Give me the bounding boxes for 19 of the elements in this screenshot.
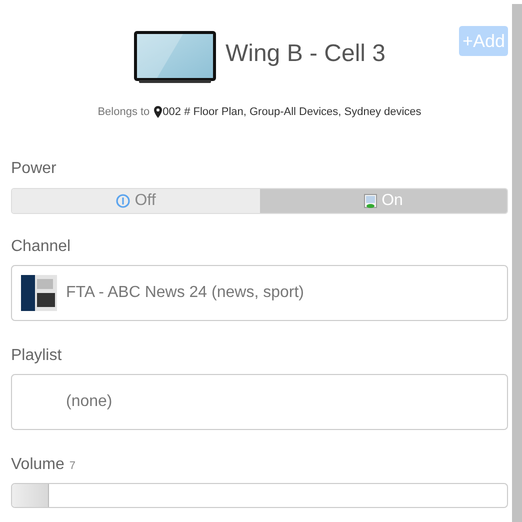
section-label: Power [11,158,58,178]
map-pin-icon [154,106,162,118]
channel-field[interactable]: FTA - ABC News 24 (news, sport) [11,264,508,320]
section-label: Volume [11,454,64,474]
belongs-to-label: Belongs to [98,105,150,120]
image-icon [364,194,377,208]
device-title: Wing B - Cell 3 [225,39,386,69]
power-option[interactable]: Off [12,188,260,212]
group-list: 002 # Floor Plan, Group-All Devices, Sydney devices [162,104,422,120]
television-icon [133,30,218,84]
playlist-field[interactable]: (none) [11,374,508,430]
section-label: Playlist [11,346,63,366]
section-label: Channel [11,236,72,256]
scrollbar[interactable] [512,4,522,522]
channel-logo-icon [21,274,57,310]
power-icon [116,194,130,208]
volume-value: 7 [69,458,76,474]
volume-slider[interactable] [11,482,508,508]
slider-handle[interactable] [12,484,50,506]
